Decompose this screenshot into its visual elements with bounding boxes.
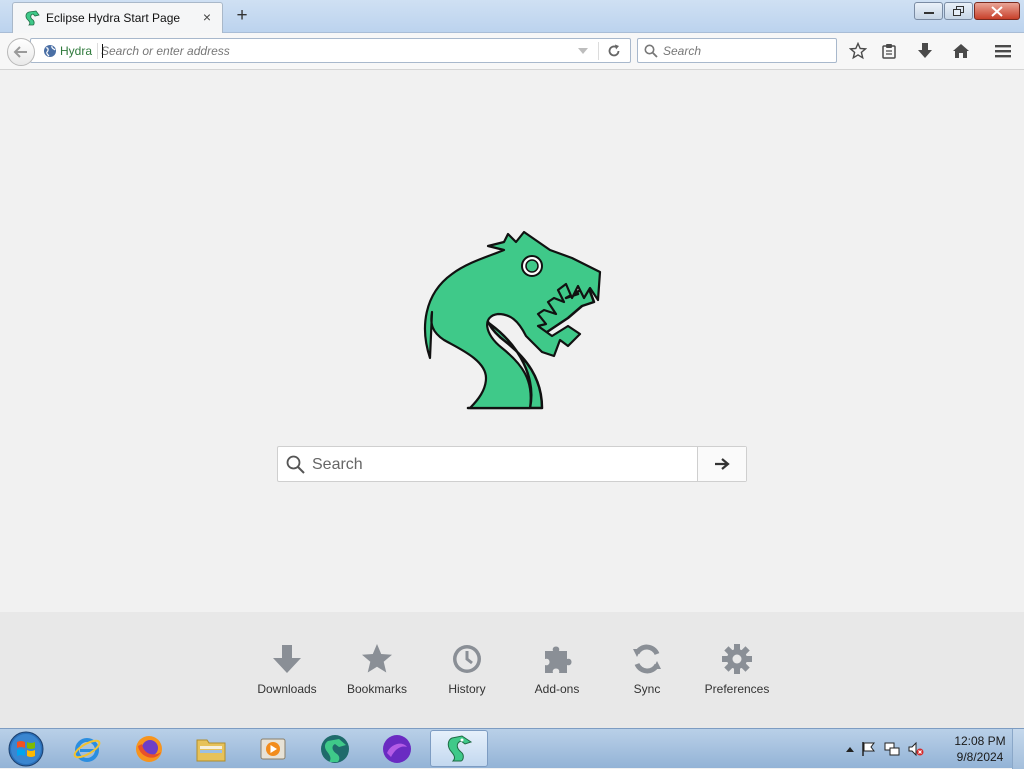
download-arrow-icon <box>918 43 932 58</box>
dropdown-arrow-icon[interactable] <box>577 45 589 57</box>
hydra-globe-icon <box>321 734 349 763</box>
launcher-label: Downloads <box>257 682 317 696</box>
restore-button[interactable] <box>944 2 973 20</box>
globe-icon <box>44 45 56 57</box>
media-player-icon <box>260 738 286 759</box>
launcher-bar: Downloads Bookmarks History Add-ons Sync… <box>0 612 1024 728</box>
start-page-content <box>0 71 1024 612</box>
taskbar-clock[interactable]: 12:08 PM 9/8/2024 <box>952 733 1008 765</box>
search-icon <box>286 455 305 474</box>
clipboard-icon <box>882 44 896 59</box>
taskbar-hydra-alt[interactable] <box>306 730 364 767</box>
launcher-addons-button[interactable]: Add-ons <box>517 642 597 702</box>
bookmark-star-button[interactable] <box>847 40 869 62</box>
folder-icon <box>196 739 226 761</box>
menu-button[interactable] <box>992 40 1014 62</box>
launcher-bookmarks-button[interactable]: Bookmarks <box>337 642 417 702</box>
reload-icon[interactable] <box>606 43 622 59</box>
network-icon <box>884 742 900 756</box>
puzzle-icon <box>540 642 574 676</box>
start-page-search-box[interactable] <box>277 446 747 482</box>
close-window-button[interactable] <box>974 2 1020 20</box>
purple-browser-icon <box>383 734 411 763</box>
back-button[interactable] <box>7 38 35 66</box>
close-icon <box>991 5 1003 17</box>
launcher-preferences-button[interactable]: Preferences <box>697 642 777 702</box>
start-page-search-input[interactable] <box>312 452 692 477</box>
launcher-label: Preferences <box>704 682 770 696</box>
window-controls <box>913 2 1020 20</box>
taskbar-media-player[interactable] <box>244 730 302 767</box>
tab-close-icon[interactable]: × <box>200 10 214 24</box>
firefox-icon <box>136 735 162 762</box>
show-desktop-button[interactable] <box>1012 729 1024 769</box>
star-icon <box>360 642 394 676</box>
text-cursor <box>102 44 103 58</box>
back-arrow-icon <box>13 46 27 58</box>
taskbar-purple-browser[interactable] <box>368 730 426 767</box>
search-input[interactable] <box>663 41 828 60</box>
search-bar[interactable] <box>637 38 837 63</box>
network-button[interactable] <box>884 741 900 757</box>
windows-start-icon <box>8 731 44 767</box>
search-icon[interactable] <box>644 44 658 58</box>
flag-icon <box>862 742 875 756</box>
navigation-toolbar: Hydra <box>0 33 1024 70</box>
taskbar: 12:08 PM 9/8/2024 <box>0 728 1024 769</box>
volume-button[interactable] <box>908 741 924 757</box>
gear-icon <box>720 642 754 676</box>
launcher-sync-button[interactable]: Sync <box>607 642 687 702</box>
hydra-favicon-icon <box>25 10 40 26</box>
launcher-label: Sync <box>633 682 661 696</box>
download-icon <box>270 642 304 676</box>
tab-title: Eclipse Hydra Start Page <box>46 11 181 25</box>
launcher-label: History <box>448 682 486 696</box>
home-icon <box>953 44 969 58</box>
chevron-up-icon <box>846 747 854 752</box>
tab-start-page[interactable]: Eclipse Hydra Start Page × <box>12 2 223 33</box>
bookmarks-menu-button[interactable] <box>878 40 900 62</box>
search-go-button[interactable] <box>697 447 746 481</box>
minimize-button[interactable] <box>914 2 943 20</box>
hamburger-menu-icon <box>995 45 1011 58</box>
site-identity[interactable]: Hydra <box>43 43 92 59</box>
launcher-label: Add-ons <box>534 682 580 696</box>
start-button[interactable] <box>6 730 46 768</box>
taskbar-internet-explorer[interactable] <box>58 730 116 767</box>
system-tray: 12:08 PM 9/8/2024 <box>834 729 1024 769</box>
star-icon <box>849 42 867 60</box>
identity-label: Hydra <box>60 44 93 58</box>
home-button[interactable] <box>950 40 972 62</box>
action-center-button[interactable] <box>860 741 876 757</box>
sync-icon <box>630 642 664 676</box>
internet-explorer-icon <box>73 737 101 762</box>
arrow-right-icon <box>715 458 730 470</box>
clock-date: 9/8/2024 <box>956 750 1004 764</box>
title-bar: Eclipse Hydra Start Page × + <box>0 0 1024 33</box>
taskbar-file-explorer[interactable] <box>182 730 240 767</box>
show-hidden-icons-button[interactable] <box>842 741 858 757</box>
clock-icon <box>450 642 484 676</box>
minimize-icon <box>923 12 934 14</box>
hydra-dragon-icon <box>447 734 473 761</box>
launcher-history-button[interactable]: History <box>427 642 507 702</box>
speaker-muted-icon <box>908 741 924 757</box>
clock-time: 12:08 PM <box>954 734 1006 748</box>
downloads-button[interactable] <box>914 40 936 62</box>
hydra-dragon-logo-icon <box>424 230 602 410</box>
divider <box>97 43 98 59</box>
taskbar-firefox[interactable] <box>120 730 178 767</box>
launcher-downloads-button[interactable]: Downloads <box>247 642 327 702</box>
divider <box>598 42 599 60</box>
restore-icon <box>952 5 964 16</box>
url-input[interactable] <box>101 41 501 60</box>
taskbar-eclipse-hydra[interactable] <box>430 730 488 767</box>
new-tab-button[interactable]: + <box>232 6 252 26</box>
launcher-label: Bookmarks <box>346 682 408 696</box>
address-bar[interactable]: Hydra <box>30 38 631 63</box>
